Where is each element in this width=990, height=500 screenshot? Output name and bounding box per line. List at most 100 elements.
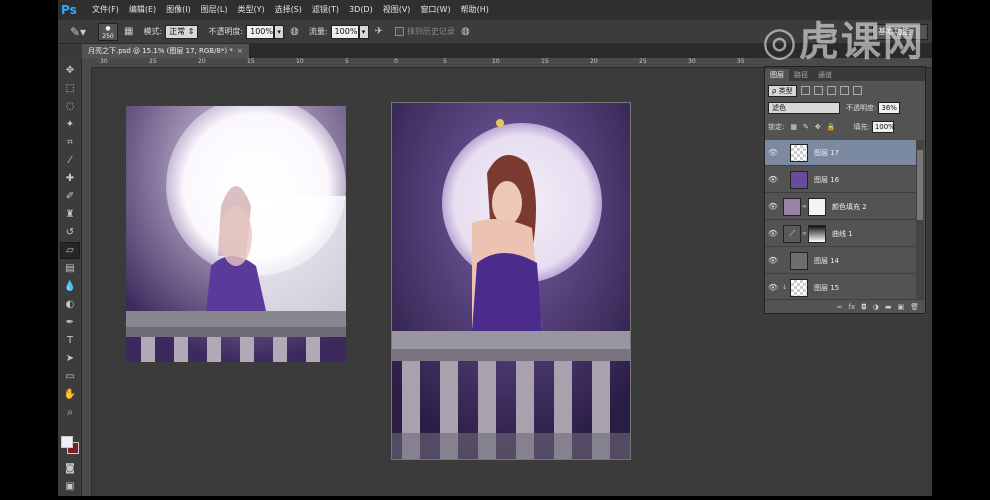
blur-tool-icon[interactable]: 💧 <box>60 278 80 295</box>
healing-tool-icon[interactable]: ✚ <box>60 170 80 187</box>
layer-row[interactable]: 👁 ∞ 颜色填充 2 <box>765 194 917 220</box>
flow-input[interactable]: 100% <box>330 24 359 39</box>
eye-icon[interactable]: 👁 <box>765 283 781 292</box>
layers-footer: ∞ fx ◘ ◑ ▬ ▣ 🗑 <box>765 299 925 313</box>
menu-image[interactable]: 图像(I) <box>161 0 196 20</box>
zoom-tool-icon[interactable]: ⌕ <box>60 404 80 421</box>
new-layer-icon[interactable]: ▣ <box>897 303 904 311</box>
folder-icon[interactable]: ▬ <box>885 303 892 311</box>
lock-all-icon[interactable]: 🔒 <box>827 123 836 131</box>
menu-edit[interactable]: 编辑(E) <box>124 0 161 20</box>
opacity-input[interactable]: 100% <box>246 24 275 39</box>
filter-pixel-icon[interactable] <box>800 86 810 95</box>
lock-pixels-icon[interactable]: ▦ <box>790 123 797 131</box>
eye-icon[interactable]: 👁 <box>765 229 781 238</box>
ruler-label: 20 <box>590 58 598 65</box>
mode-select[interactable]: 正常 ⇕ <box>165 24 199 39</box>
pressure-size-icon[interactable]: ◍ <box>461 26 470 37</box>
menu-type[interactable]: 类型(Y) <box>232 0 269 20</box>
ruler-label: 10 <box>492 58 500 65</box>
gradient-tool-icon[interactable]: ▤ <box>60 260 80 277</box>
add-mask-icon[interactable]: ◘ <box>861 303 867 311</box>
filter-adjustment-icon[interactable] <box>813 86 823 95</box>
menu-layer[interactable]: 图层(L) <box>196 0 233 20</box>
layer-thumbnail <box>790 170 808 189</box>
pressure-opacity-icon[interactable]: ◍ <box>290 26 299 37</box>
layers-panel: 图层 路径 通道 ρ 类型 滤色 不透明度: 36% 锁定: ▦ ✎ ✥ 🔒 填… <box>764 66 926 314</box>
photoshop-window: Ps 文件(F) 编辑(E) 图像(I) 图层(L) 类型(Y) 选择(S) 滤… <box>58 0 932 496</box>
eraser-tool-preset-icon[interactable]: ✎▾ <box>64 23 92 41</box>
hand-tool-icon[interactable]: ✋ <box>60 386 80 403</box>
scrollbar-thumb[interactable] <box>917 150 923 220</box>
brush-tool-icon[interactable]: ✐ <box>60 188 80 205</box>
flow-dropdown-icon[interactable]: ▾ <box>358 24 369 39</box>
link-layers-icon[interactable]: ∞ <box>837 303 843 311</box>
airbrush-icon[interactable]: ✈ <box>375 26 383 37</box>
menu-select[interactable]: 选择(S) <box>270 0 307 20</box>
filter-smart-icon[interactable] <box>852 86 862 95</box>
ruler-label: 0 <box>394 58 398 65</box>
lock-row: 锁定: ▦ ✎ ✥ 🔒 填充: 100% <box>768 120 895 133</box>
quick-mask-icon[interactable]: ◙ <box>60 460 80 477</box>
tab-channels[interactable]: 通道 <box>813 69 837 81</box>
opacity-dropdown-icon[interactable]: ▾ <box>274 24 285 39</box>
crop-tool-icon[interactable]: ⌗ <box>60 134 80 151</box>
opacity-label: 不透明度: <box>208 27 244 36</box>
menu-filter[interactable]: 滤镜(T) <box>307 0 344 20</box>
menu-file[interactable]: 文件(F) <box>87 0 124 20</box>
eye-icon[interactable]: 👁 <box>765 175 781 184</box>
lock-move-icon[interactable]: ✥ <box>815 123 821 131</box>
tab-layers[interactable]: 图层 <box>765 69 789 81</box>
path-select-tool-icon[interactable]: ➤ <box>60 350 80 367</box>
foreground-color-swatch[interactable] <box>61 436 73 448</box>
stamp-tool-icon[interactable]: ♜ <box>60 206 80 223</box>
layer-name: 图层 14 <box>814 256 840 265</box>
ruler-label: 10 <box>296 58 304 65</box>
adjustment-icon[interactable]: ◑ <box>873 303 879 311</box>
menu-window[interactable]: 窗口(W) <box>415 0 455 20</box>
layer-row[interactable]: 👁 图层 14 <box>765 248 917 274</box>
type-tool-icon[interactable]: T <box>60 332 80 349</box>
layer-row[interactable]: 👁 ⟋ ∞ 曲线 1 <box>765 221 917 247</box>
fx-icon[interactable]: fx <box>849 303 856 311</box>
filter-kind-select[interactable]: ρ 类型 <box>768 84 797 97</box>
shape-tool-icon[interactable]: ▭ <box>60 368 80 385</box>
ruler-label: 30 <box>100 58 108 65</box>
filter-shape-icon[interactable] <box>839 86 849 95</box>
dodge-tool-icon[interactable]: ◐ <box>60 296 80 313</box>
brush-size-picker[interactable]: ● 250 <box>98 22 118 41</box>
layer-row[interactable]: 👁 图层 16 <box>765 167 917 193</box>
eraser-tool-icon[interactable]: ▱ <box>60 242 80 259</box>
layers-scrollbar[interactable] <box>916 140 924 300</box>
move-tool-icon[interactable]: ✥ <box>60 62 80 79</box>
document-tab[interactable]: 月亮之下.psd @ 15.1% (图层 17, RGB/8*) * × <box>82 44 249 58</box>
layer-row[interactable]: 👁 ↓ 图层 15 <box>765 275 917 301</box>
eye-icon[interactable]: 👁 <box>765 202 781 211</box>
tab-paths[interactable]: 路径 <box>789 69 813 81</box>
trash-icon[interactable]: 🗑 <box>910 303 919 311</box>
layer-list: 👁 图层 17 👁 图层 16 👁 ∞ 颜色填充 2 👁 ⟋ ∞ 曲线 1 👁 … <box>765 140 917 301</box>
quick-select-tool-icon[interactable]: ✦ <box>60 116 80 133</box>
erase-history-checkbox[interactable] <box>394 27 404 36</box>
filter-type-icon[interactable] <box>826 86 836 95</box>
eye-icon[interactable]: 👁 <box>765 256 781 265</box>
menu-help[interactable]: 帮助(H) <box>456 0 494 20</box>
eyedropper-tool-icon[interactable]: ⁄ <box>60 152 80 169</box>
layer-thumbnail <box>790 143 808 162</box>
close-tab-icon[interactable]: × <box>237 47 243 55</box>
layer-row[interactable]: 👁 图层 17 <box>765 140 917 166</box>
lock-paint-icon[interactable]: ✎ <box>803 123 809 131</box>
marquee-tool-icon[interactable]: ⬚ <box>60 80 80 97</box>
menu-view[interactable]: 视图(V) <box>378 0 416 20</box>
watermark-text: 虎课网 <box>798 19 925 65</box>
eye-icon[interactable]: 👁 <box>765 148 781 157</box>
pen-tool-icon[interactable]: ✒ <box>60 314 80 331</box>
history-brush-tool-icon[interactable]: ↺ <box>60 224 80 241</box>
blend-mode-select[interactable]: 滤色 <box>768 101 840 114</box>
brush-panel-icon[interactable]: ▦ <box>124 26 133 37</box>
menu-3d[interactable]: 3D(D) <box>344 0 378 20</box>
screen-mode-icon[interactable]: ▣ <box>60 478 80 495</box>
fill-input[interactable]: 100% <box>871 120 895 133</box>
layer-opacity-input[interactable]: 36% <box>878 101 901 114</box>
lasso-tool-icon[interactable]: ◌ <box>60 98 80 115</box>
